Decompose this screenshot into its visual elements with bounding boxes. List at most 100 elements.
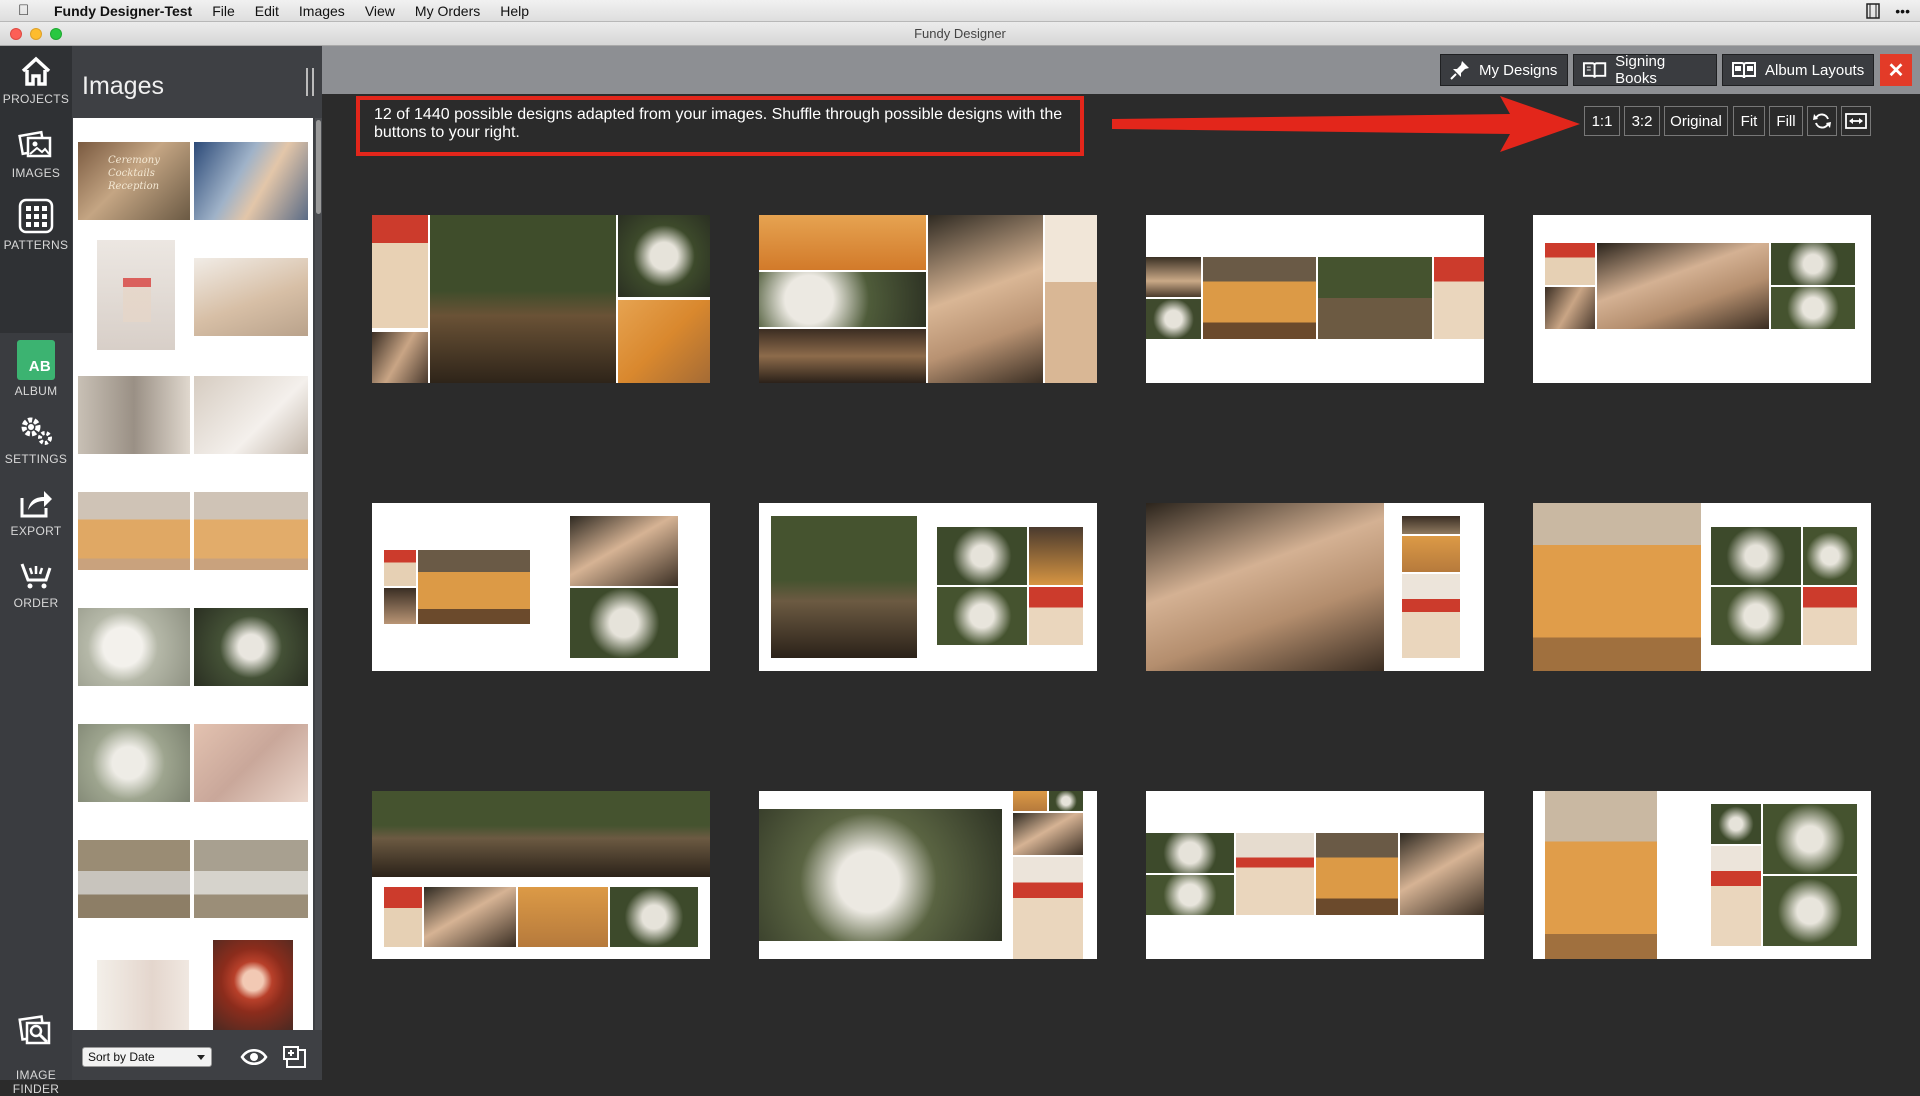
- ratio-1-1-button[interactable]: 1:1: [1584, 106, 1620, 136]
- design-option-9[interactable]: [372, 791, 710, 959]
- design-photo: [1029, 527, 1083, 585]
- image-thumbnail[interactable]: [194, 142, 308, 220]
- rail-item-projects[interactable]: PROJECTS: [0, 54, 72, 106]
- design-photo: [1049, 791, 1083, 811]
- design-photo: [384, 550, 416, 586]
- ratio-3-2-button[interactable]: 3:2: [1624, 106, 1660, 136]
- add-images-icon[interactable]: [282, 1043, 310, 1071]
- thumb-perfume-bottle: [123, 278, 151, 322]
- my-designs-button[interactable]: My Designs: [1440, 54, 1568, 86]
- design-option-3[interactable]: [1146, 215, 1484, 383]
- image-thumbnail[interactable]: [194, 840, 308, 918]
- design-photo: [1402, 516, 1460, 534]
- rail-item-settings[interactable]: SETTINGS: [0, 414, 72, 466]
- design-option-2[interactable]: [759, 215, 1097, 383]
- menu-images[interactable]: Images: [299, 3, 345, 19]
- signing-books-button[interactable]: Signing Books: [1573, 53, 1717, 87]
- eye-icon[interactable]: [240, 1047, 268, 1067]
- images-icon: [18, 130, 52, 158]
- design-photo: [518, 887, 608, 947]
- minimize-window-button[interactable]: [30, 28, 42, 40]
- image-thumbnail[interactable]: [194, 608, 308, 686]
- image-thumbnail[interactable]: [78, 376, 190, 454]
- design-photo: [570, 588, 678, 658]
- design-option-1[interactable]: [372, 215, 710, 383]
- design-option-5[interactable]: [372, 503, 710, 671]
- more-icon[interactable]: •••: [1895, 3, 1910, 19]
- menu-file[interactable]: File: [212, 3, 235, 19]
- thumbnail-scrollbar[interactable]: [315, 118, 322, 1030]
- fill-button[interactable]: Fill: [1769, 106, 1803, 136]
- image-thumbnail[interactable]: [194, 492, 308, 570]
- sort-dropdown[interactable]: Sort by Date: [82, 1047, 212, 1067]
- design-option-12[interactable]: [1533, 791, 1871, 959]
- rail-item-images[interactable]: IMAGES: [0, 126, 72, 180]
- original-ratio-button[interactable]: Original: [1664, 106, 1728, 136]
- rail-item-album[interactable]: AB ALBUM: [0, 340, 72, 398]
- design-option-4[interactable]: [1533, 215, 1871, 383]
- design-photo: [759, 272, 926, 327]
- design-option-8[interactable]: [1533, 503, 1871, 671]
- rail-item-image-finder[interactable]: IMAGE FINDER: [0, 998, 72, 1096]
- design-photo: [1402, 536, 1460, 572]
- design-option-7[interactable]: [1146, 503, 1484, 671]
- design-photo: [759, 809, 1002, 941]
- filmstrip-icon[interactable]: [1865, 2, 1881, 19]
- image-thumbnail[interactable]: [78, 840, 190, 918]
- menu-edit[interactable]: Edit: [255, 3, 279, 19]
- design-photo: [937, 527, 1027, 585]
- design-photo: [759, 329, 926, 383]
- images-panel-title: Images: [82, 72, 164, 100]
- image-thumbnail[interactable]: [194, 258, 308, 336]
- design-photo: [1771, 243, 1855, 285]
- rail-item-order[interactable]: ORDER: [0, 558, 72, 610]
- zoom-window-button[interactable]: [50, 28, 62, 40]
- design-photo: [1146, 503, 1384, 671]
- design-photo: [610, 887, 698, 947]
- design-photo: [928, 215, 1043, 383]
- menu-help[interactable]: Help: [500, 3, 529, 19]
- menu-view[interactable]: View: [365, 3, 395, 19]
- shuffle-designs-button[interactable]: [1807, 106, 1837, 136]
- image-thumbnail[interactable]: [78, 724, 190, 802]
- refresh-icon: [1813, 113, 1831, 129]
- design-photo: [1711, 804, 1761, 844]
- spread-width-button[interactable]: [1841, 106, 1871, 136]
- menu-my-orders[interactable]: My Orders: [415, 3, 480, 19]
- album-layouts-button[interactable]: Album Layouts: [1722, 54, 1874, 86]
- panel-resize-grip[interactable]: [306, 68, 314, 96]
- image-thumbnail[interactable]: [194, 724, 308, 802]
- design-option-6[interactable]: [759, 503, 1097, 671]
- design-photo: [771, 516, 917, 658]
- image-thumbnail[interactable]: [213, 940, 293, 1030]
- design-photo: [1545, 791, 1657, 959]
- design-photo: [1029, 587, 1083, 645]
- design-option-11[interactable]: [1146, 791, 1484, 959]
- image-thumbnail[interactable]: [194, 376, 308, 454]
- design-photo: [1316, 833, 1398, 915]
- album-ab-icon: AB: [17, 340, 55, 380]
- close-window-button[interactable]: [10, 28, 22, 40]
- rail-label-images: IMAGES: [11, 166, 61, 180]
- rail-item-export[interactable]: EXPORT: [0, 486, 72, 538]
- home-icon: [21, 56, 51, 86]
- image-thumbnail[interactable]: [78, 492, 190, 570]
- open-book-icon: [1582, 62, 1607, 78]
- image-thumbnail[interactable]: [78, 608, 190, 686]
- apple-menu-icon[interactable]: : [18, 2, 40, 19]
- image-thumbnail[interactable]: [97, 240, 175, 350]
- fit-button[interactable]: Fit: [1733, 106, 1765, 136]
- close-designs-button[interactable]: ✕: [1880, 54, 1912, 86]
- design-option-10[interactable]: [759, 791, 1097, 959]
- my-designs-label: My Designs: [1479, 61, 1558, 79]
- window-titlebar: Fundy Designer: [0, 22, 1920, 46]
- rail-item-patterns[interactable]: PATTERNS: [0, 198, 72, 252]
- scrollbar-thumb[interactable]: [316, 120, 321, 214]
- design-photo: [372, 332, 428, 383]
- image-thumbnail[interactable]: [97, 960, 189, 1030]
- album-layouts-label: Album Layouts: [1765, 61, 1865, 79]
- image-thumbnail-list[interactable]: Ceremony Cocktails Reception: [73, 118, 313, 1030]
- app-menu[interactable]: Fundy Designer-Test: [54, 3, 192, 19]
- image-thumbnail[interactable]: Ceremony Cocktails Reception: [78, 142, 190, 220]
- design-photo: [1146, 257, 1201, 297]
